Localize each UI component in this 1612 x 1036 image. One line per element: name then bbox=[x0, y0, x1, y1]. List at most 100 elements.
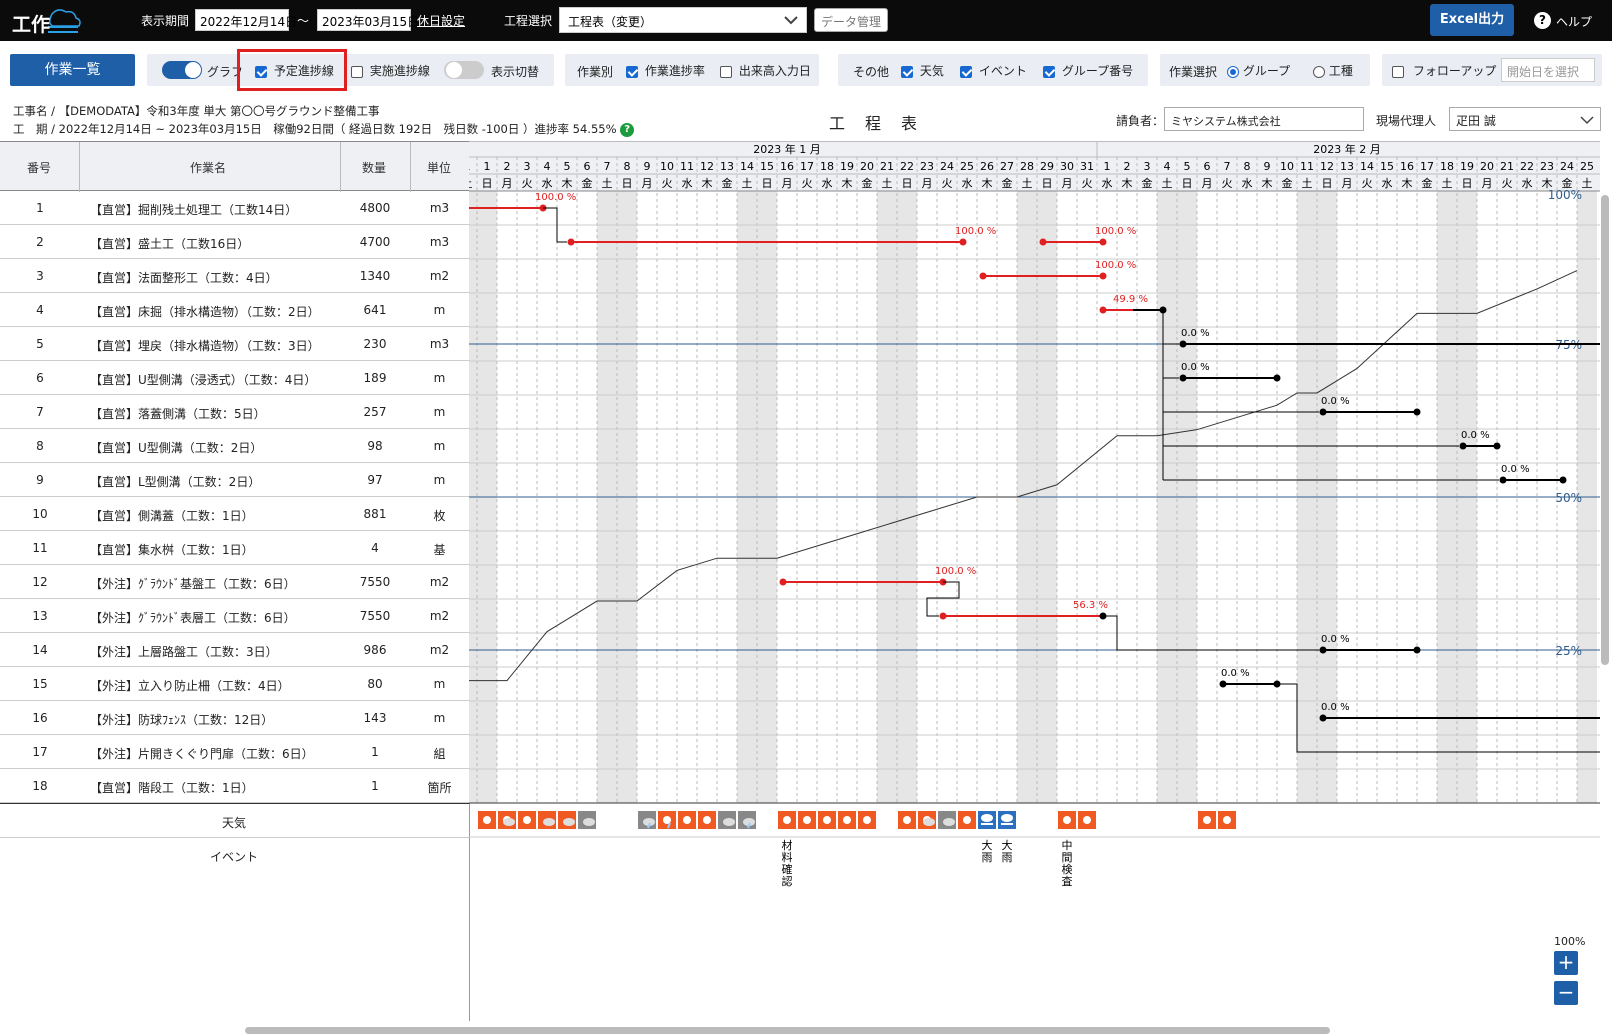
percent-label: 50% bbox=[1555, 491, 1582, 505]
weekday-label: 木 bbox=[982, 177, 993, 190]
row-name: 【直営】集水桝（工数：1日） bbox=[90, 543, 254, 557]
weekday-label: 土 bbox=[1162, 177, 1173, 190]
other-label: その他 bbox=[853, 65, 890, 79]
group-no-check[interactable] bbox=[1043, 65, 1055, 78]
day-label: 17 bbox=[1420, 160, 1434, 173]
type-radio[interactable]: 工種 bbox=[1313, 62, 1353, 79]
zoom-out-button[interactable]: − bbox=[1554, 981, 1578, 1005]
excel-export-button[interactable]: Excel出力 bbox=[1430, 4, 1514, 36]
weather-cloud-rain-icon bbox=[638, 811, 656, 829]
task-bar-end bbox=[1413, 408, 1421, 416]
row-qty: 641 bbox=[363, 303, 387, 317]
vertical-scrollbar[interactable] bbox=[1601, 195, 1609, 665]
day-label: 25 bbox=[960, 160, 974, 173]
day-label: 31 bbox=[1080, 160, 1094, 173]
weekday-label: 木 bbox=[1262, 177, 1273, 190]
actual-line-check[interactable] bbox=[351, 65, 363, 78]
event-check-label: イベント bbox=[978, 64, 1027, 78]
weather-snow-icon bbox=[998, 811, 1016, 829]
day-label: 21 bbox=[880, 160, 894, 173]
day-label: 1 bbox=[1104, 160, 1111, 173]
event-check[interactable] bbox=[960, 65, 972, 78]
weather-checkbox[interactable]: 天気 bbox=[901, 62, 944, 79]
weather-cloud-sun-icon bbox=[538, 811, 556, 829]
app-logo[interactable]: 工作 bbox=[12, 6, 82, 36]
work-progress-check[interactable] bbox=[626, 65, 638, 78]
zoom-level: 100% bbox=[1554, 935, 1586, 948]
horizontal-scrollbar[interactable] bbox=[245, 1027, 1330, 1034]
weather-sun-icon bbox=[858, 811, 876, 829]
output-date-check[interactable] bbox=[720, 65, 732, 78]
day-label: 23 bbox=[1540, 160, 1554, 173]
day-label: 2 bbox=[1124, 160, 1131, 173]
progress-label: 0.0 % bbox=[1321, 396, 1350, 407]
weekday-label: 土 bbox=[602, 177, 613, 190]
row-qty: 986 bbox=[363, 643, 387, 657]
work-list-button[interactable]: 作業一覧 bbox=[10, 54, 135, 86]
event-checkbox[interactable]: イベント bbox=[960, 62, 1027, 79]
zoom-in-button[interactable]: + bbox=[1554, 951, 1578, 975]
work-progress-checkbox[interactable]: 作業進捗率 bbox=[626, 62, 705, 79]
agent-select[interactable]: 疋田 誠 bbox=[1449, 107, 1601, 131]
weather-check[interactable] bbox=[901, 65, 913, 78]
group-no-checkbox[interactable]: グループ番号 bbox=[1043, 62, 1133, 79]
progress-label: 0.0 % bbox=[1461, 430, 1490, 441]
weekday-label: 土 bbox=[469, 177, 473, 190]
row-qty: 230 bbox=[363, 337, 387, 351]
display-toggle[interactable] bbox=[444, 61, 484, 79]
project-period: 工 期 / 2022年12月14日 ~ 2023年03月15日 稼働92日間（ … bbox=[13, 121, 635, 137]
row-name: 【直営】U型側溝（浸透式）（工数：4日） bbox=[90, 373, 317, 387]
row-qty: 97 bbox=[367, 473, 383, 487]
day-label: 14 bbox=[1360, 160, 1374, 173]
weekday-label: 月 bbox=[1202, 177, 1213, 190]
follow-up-check[interactable] bbox=[1392, 65, 1404, 78]
schedule-select[interactable]: 工程表（変更） bbox=[559, 7, 807, 33]
day-label: 4 bbox=[1164, 160, 1171, 173]
start-date-input[interactable]: 2022年12月14日 bbox=[195, 9, 297, 31]
weekday-label: 火 bbox=[1222, 177, 1233, 190]
day-label: 10 bbox=[1280, 160, 1294, 173]
weekday-label: 金 bbox=[1002, 176, 1013, 190]
day-label: 19 bbox=[1460, 160, 1474, 173]
project-period-text: 工 期 / 2022年12月14日 ~ 2023年03月15日 稼働92日間（ … bbox=[13, 122, 617, 136]
weather-sun-icon bbox=[798, 811, 816, 829]
type-radio-dot[interactable] bbox=[1313, 65, 1325, 78]
weekday-label: 水 bbox=[1522, 177, 1533, 190]
day-label: 14 bbox=[740, 160, 754, 173]
weekday-label: 月 bbox=[1482, 177, 1493, 190]
holiday-setting-link[interactable]: 休日設定 bbox=[417, 12, 465, 29]
contractor-input[interactable]: ミヤシステム株式会社 bbox=[1164, 107, 1364, 131]
follow-up-checkbox[interactable]: フォローアップ bbox=[1392, 62, 1496, 79]
task-bar-start bbox=[1459, 442, 1467, 450]
day-label: 7 bbox=[604, 160, 611, 173]
row-qty: 143 bbox=[363, 711, 387, 725]
output-date-checkbox[interactable]: 出来高入力日 bbox=[720, 62, 811, 79]
graph-toggle[interactable] bbox=[162, 61, 202, 79]
row-no: 7 bbox=[36, 405, 44, 419]
task-bar-end bbox=[1099, 272, 1107, 280]
day-label: 11 bbox=[680, 160, 694, 173]
day-label: 1 bbox=[484, 160, 491, 173]
day-label: 5 bbox=[1184, 160, 1191, 173]
help-circle-icon[interactable]: ? bbox=[620, 122, 635, 137]
progress-label: 49.9 % bbox=[1113, 294, 1148, 305]
start-date-picker[interactable]: 開始日を選択 bbox=[1501, 58, 1595, 82]
weekday-label: 水 bbox=[542, 177, 553, 190]
header-no: 番号 bbox=[27, 161, 52, 175]
group-radio-dot[interactable] bbox=[1227, 65, 1239, 78]
day-label: 7 bbox=[1224, 160, 1231, 173]
row-name: 【外注】ｸﾞﾗｳﾝﾄﾞ表層工（工数：6日） bbox=[90, 611, 296, 625]
weather-sun-icon bbox=[518, 811, 536, 829]
task-bar-start bbox=[939, 612, 947, 620]
actual-line-checkbox[interactable]: 実施進捗線 bbox=[351, 62, 430, 79]
weekday-label: 月 bbox=[782, 177, 793, 190]
chevron-down-icon bbox=[1580, 116, 1594, 125]
end-date-input[interactable]: 2023年03月15日 bbox=[317, 9, 419, 31]
weather-cloud-sun-icon bbox=[558, 811, 576, 829]
row-unit: m bbox=[433, 711, 446, 725]
group-radio[interactable]: グループ bbox=[1227, 62, 1290, 79]
day-label: 13 bbox=[720, 160, 734, 173]
data-management-button[interactable]: データ管理 bbox=[814, 8, 889, 32]
top-bar: 工作 表示期間 2022年12月14日 〜 2023年03月15日 休日設定 工… bbox=[0, 0, 1612, 41]
weekday-label: 水 bbox=[962, 177, 973, 190]
